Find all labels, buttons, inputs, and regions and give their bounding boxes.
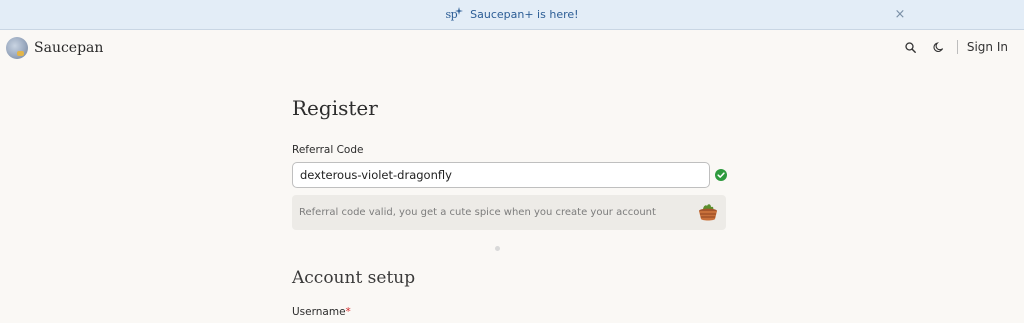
referral-valid-message: Referral code valid, you get a cute spic… [299, 207, 656, 218]
referral-code-label: Referral Code [292, 144, 364, 156]
banner-message: Saucepan+ is here! [470, 8, 579, 21]
referral-valid-notice: Referral code valid, you get a cute spic… [292, 195, 726, 230]
announcement-banner: sp Saucepan+ is here! × [0, 0, 1024, 30]
page-title: Register [292, 96, 378, 120]
header-divider [956, 40, 958, 54]
account-setup-heading: Account setup [292, 268, 416, 288]
register-form: Register Referral Code Referral code val… [292, 96, 728, 230]
header-actions: Sign In [903, 39, 1008, 55]
sign-in-link[interactable]: Sign In [967, 40, 1008, 54]
referral-code-input[interactable] [292, 162, 710, 188]
sparkle-icon [455, 6, 464, 15]
loading-indicator [495, 246, 500, 251]
banner-content[interactable]: sp Saucepan+ is here! [445, 6, 579, 21]
top-navbar: Saucepan Sign In [0, 31, 1024, 65]
close-icon[interactable]: × [893, 8, 907, 22]
check-circle-icon [715, 169, 727, 181]
search-button[interactable] [903, 39, 919, 55]
brand-name: Saucepan [34, 40, 104, 56]
moon-icon [933, 41, 944, 52]
saucepan-logo-icon [6, 37, 28, 59]
referral-code-row [292, 162, 728, 188]
brand-link[interactable]: Saucepan [6, 37, 103, 59]
username-label-text: Username [292, 306, 346, 318]
spice-basket-icon [699, 204, 717, 221]
required-marker: * [345, 306, 351, 318]
theme-toggle-button[interactable] [931, 39, 947, 55]
search-icon [905, 41, 917, 53]
username-label: Username* [292, 306, 351, 318]
